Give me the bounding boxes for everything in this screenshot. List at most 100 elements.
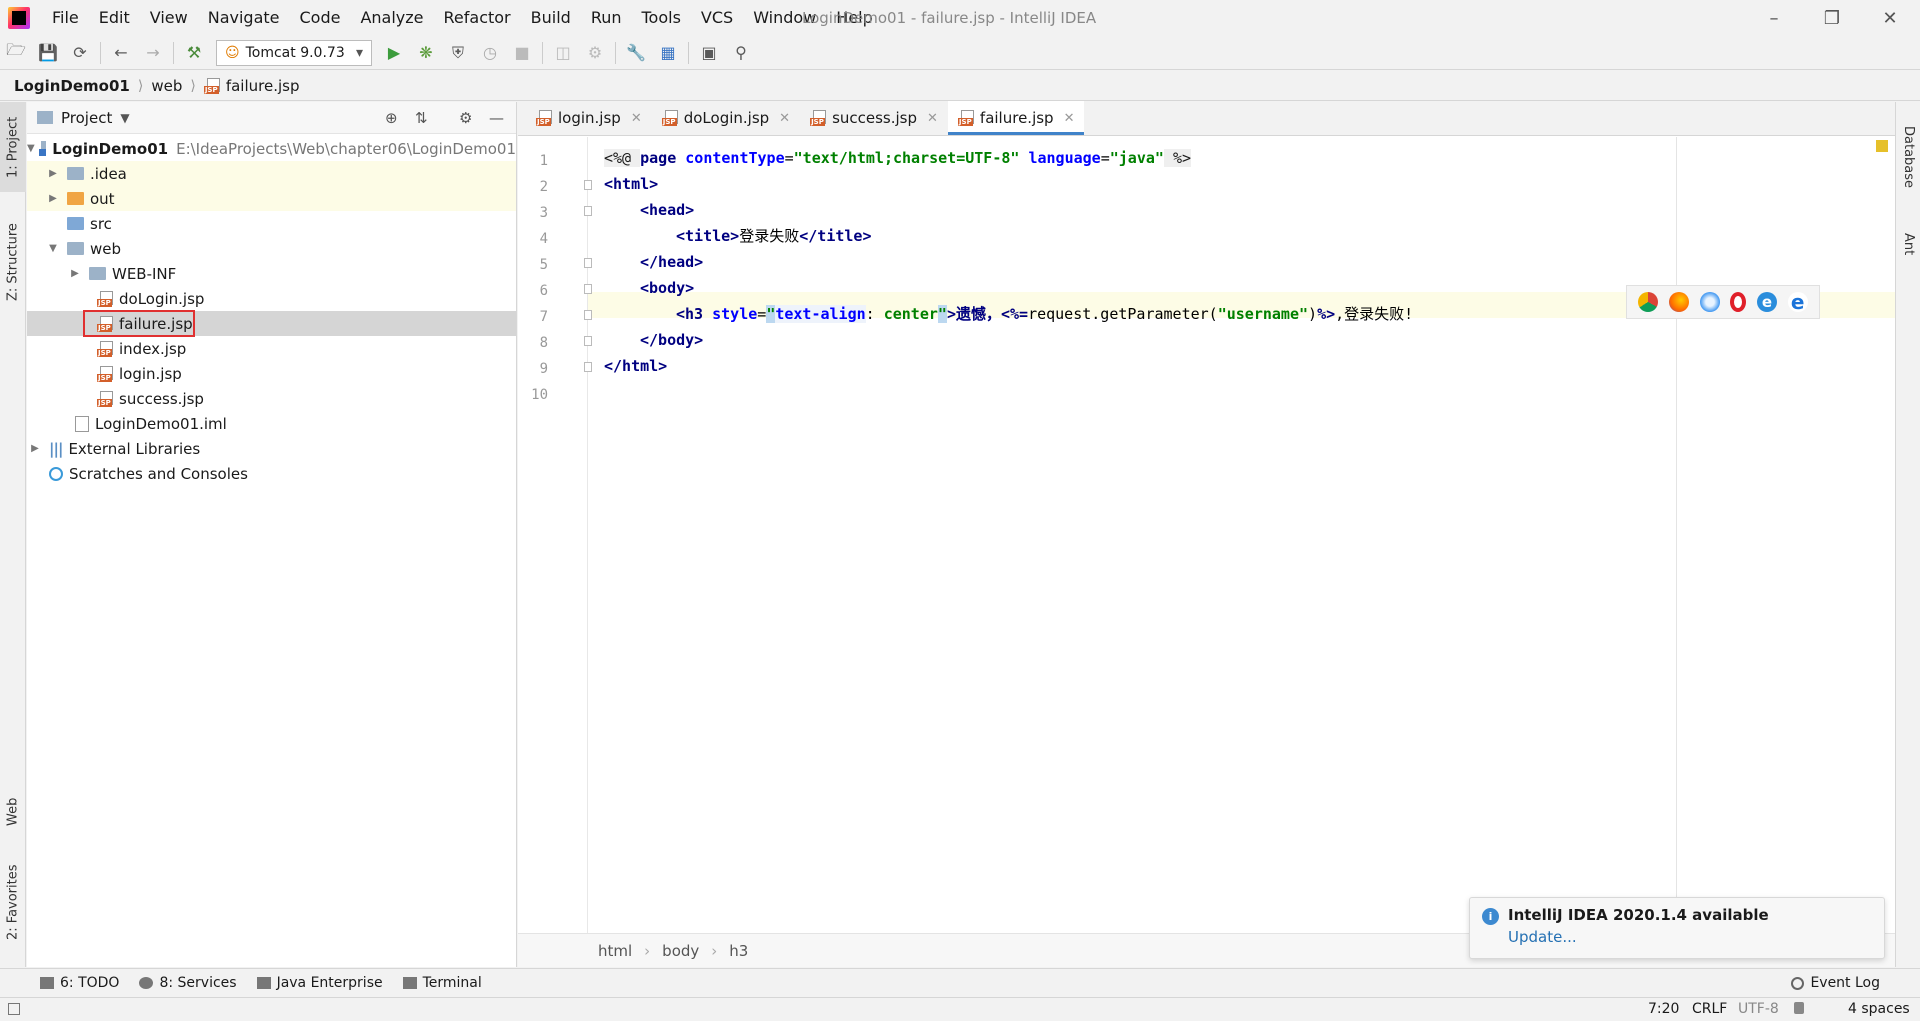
tree-item-root[interactable]: ▼ LoginDemo01 E:\IdeaProjects\Web\chapte… <box>27 136 516 161</box>
gear-icon[interactable]: ⚙ <box>459 109 472 127</box>
sync-icon[interactable]: ⟳ <box>64 39 96 67</box>
settings-wrench-icon[interactable]: 🔧 <box>620 39 652 67</box>
internet-explorer-icon[interactable]: e <box>1756 292 1777 312</box>
collapsed-arrow-icon[interactable]: ▶ <box>27 443 43 454</box>
tab-failure-jsp[interactable]: failure.jsp ✕ <box>947 101 1085 135</box>
fold-marker-icon[interactable] <box>584 310 592 320</box>
tab-success-jsp[interactable]: success.jsp ✕ <box>800 101 948 135</box>
collapsed-arrow-icon[interactable]: ▶ <box>45 193 61 204</box>
forward-arrow-icon[interactable]: → <box>137 39 169 67</box>
tab-dologin-jsp[interactable]: doLogin.jsp ✕ <box>652 101 800 135</box>
open-folder-icon[interactable]: 🗁 <box>0 39 32 67</box>
tree-item-web[interactable]: ▼ web <box>27 236 516 261</box>
tool-button-services[interactable]: 8: Services <box>139 975 237 991</box>
menu-edit[interactable]: Edit <box>89 0 140 36</box>
close-tab-icon[interactable]: ✕ <box>1064 111 1075 126</box>
menu-code[interactable]: Code <box>290 0 351 36</box>
tool-button-java-enterprise[interactable]: Java Enterprise <box>256 975 383 991</box>
breadcrumb-project[interactable]: LoginDemo01 <box>14 77 130 95</box>
code-editor[interactable]: <%@ page contentType="text/html;charset=… <box>596 137 1886 933</box>
run-configuration-select[interactable]: ☺ Tomcat 9.0.73 ▾ <box>216 39 372 66</box>
tool-tab-database[interactable]: Database <box>1896 112 1920 202</box>
fold-marker-icon[interactable] <box>584 180 592 190</box>
locate-target-icon[interactable]: ⊕ <box>385 109 398 127</box>
caret-position[interactable]: 7:20 <box>1648 1001 1679 1017</box>
menu-file[interactable]: File <box>42 0 89 36</box>
menu-vcs[interactable]: VCS <box>691 0 743 36</box>
crumb-body[interactable]: body <box>662 942 699 960</box>
fold-marker-icon[interactable] <box>584 206 592 216</box>
menu-run[interactable]: Run <box>581 0 632 36</box>
tool-button-event-log[interactable]: Event Log <box>1791 975 1880 991</box>
collapse-all-icon[interactable]: ⇅ <box>415 109 428 127</box>
breadcrumb-web[interactable]: web <box>151 77 182 95</box>
minimize-button[interactable]: – <box>1746 0 1802 36</box>
tree-item-index[interactable]: index.jsp <box>27 336 516 361</box>
tab-login-jsp[interactable]: login.jsp ✕ <box>526 101 652 135</box>
tree-item-out[interactable]: ▶ out <box>27 186 516 211</box>
tree-item-external-libraries[interactable]: ▶ ||| External Libraries <box>27 436 516 461</box>
back-arrow-icon[interactable]: ← <box>105 39 137 67</box>
run-icon[interactable]: ▶ <box>378 39 410 67</box>
coverage-icon[interactable]: ⛨ <box>442 39 474 67</box>
menu-view[interactable]: View <box>140 0 198 36</box>
safari-icon[interactable] <box>1699 292 1720 312</box>
file-encoding[interactable]: UTF-8 <box>1738 1001 1779 1017</box>
tree-item-failure[interactable]: failure.jsp <box>27 310 516 337</box>
expanded-arrow-icon[interactable]: ▼ <box>45 243 61 254</box>
save-icon[interactable]: 💾 <box>32 39 64 67</box>
close-tab-icon[interactable]: ✕ <box>779 111 790 126</box>
tool-button-todo[interactable]: 6: TODO <box>40 975 119 991</box>
menu-navigate[interactable]: Navigate <box>198 0 290 36</box>
attach-icon[interactable]: ◫ <box>547 39 579 67</box>
tree-item-idea[interactable]: ▶ .idea <box>27 161 516 186</box>
expanded-arrow-icon[interactable]: ▼ <box>27 143 35 154</box>
search-everywhere-icon[interactable]: ⚙ <box>579 39 611 67</box>
tool-tab-favorites[interactable]: 2: Favorites <box>0 852 26 952</box>
search-icon[interactable]: ⚲ <box>725 39 757 67</box>
collapsed-arrow-icon[interactable]: ▶ <box>45 168 61 179</box>
tool-button-terminal[interactable]: Terminal <box>402 975 482 991</box>
terminal-window-icon[interactable]: ▣ <box>693 39 725 67</box>
opera-icon[interactable] <box>1730 292 1747 312</box>
menu-tools[interactable]: Tools <box>632 0 691 36</box>
collapsed-arrow-icon[interactable]: ▶ <box>67 268 83 279</box>
menu-analyze[interactable]: Analyze <box>350 0 433 36</box>
debug-bug-icon[interactable]: ❋ <box>410 39 442 67</box>
update-link[interactable]: Update... <box>1508 928 1872 946</box>
close-button[interactable]: ✕ <box>1862 0 1918 36</box>
chevron-down-icon[interactable]: ▼ <box>120 111 129 125</box>
hide-panel-icon[interactable]: — <box>489 109 504 127</box>
fold-marker-icon[interactable] <box>584 336 592 346</box>
chrome-icon[interactable] <box>1638 292 1659 312</box>
tool-tab-ant[interactable]: Ant <box>1896 216 1920 272</box>
toggle-tool-windows-icon[interactable] <box>8 1003 20 1015</box>
lock-icon[interactable] <box>1794 1002 1804 1014</box>
firefox-icon[interactable] <box>1668 292 1689 312</box>
menu-refactor[interactable]: Refactor <box>434 0 521 36</box>
tool-tab-project[interactable]: 1: Project <box>0 102 26 192</box>
tree-item-success[interactable]: success.jsp <box>27 386 516 411</box>
tree-item-scratches[interactable]: Scratches and Consoles <box>27 461 516 486</box>
line-separator[interactable]: CRLF <box>1692 1001 1727 1017</box>
tool-tab-structure[interactable]: Z: Structure <box>0 212 26 312</box>
fold-marker-icon[interactable] <box>584 284 592 294</box>
tree-item-src[interactable]: src <box>27 211 516 236</box>
edge-icon[interactable]: e <box>1787 292 1808 312</box>
tree-item-login[interactable]: login.jsp <box>27 361 516 386</box>
build-hammer-icon[interactable]: ⚒ <box>178 39 210 67</box>
stop-icon[interactable]: ■ <box>506 39 538 67</box>
fold-marker-icon[interactable] <box>584 362 592 372</box>
restore-button[interactable]: ❐ <box>1804 0 1860 36</box>
profile-icon[interactable]: ◷ <box>474 39 506 67</box>
tree-item-web-inf[interactable]: ▶ WEB-INF <box>27 261 516 286</box>
tree-item-dologin[interactable]: doLogin.jsp <box>27 286 516 311</box>
tool-tab-web[interactable]: Web <box>0 782 26 842</box>
breadcrumb-file[interactable]: failure.jsp <box>226 77 300 95</box>
close-tab-icon[interactable]: ✕ <box>631 111 642 126</box>
indent-setting[interactable]: 4 spaces <box>1848 1001 1910 1017</box>
close-tab-icon[interactable]: ✕ <box>927 111 938 126</box>
crumb-h3[interactable]: h3 <box>729 942 748 960</box>
fold-marker-icon[interactable] <box>584 258 592 268</box>
project-structure-icon[interactable]: ▦ <box>652 39 684 67</box>
